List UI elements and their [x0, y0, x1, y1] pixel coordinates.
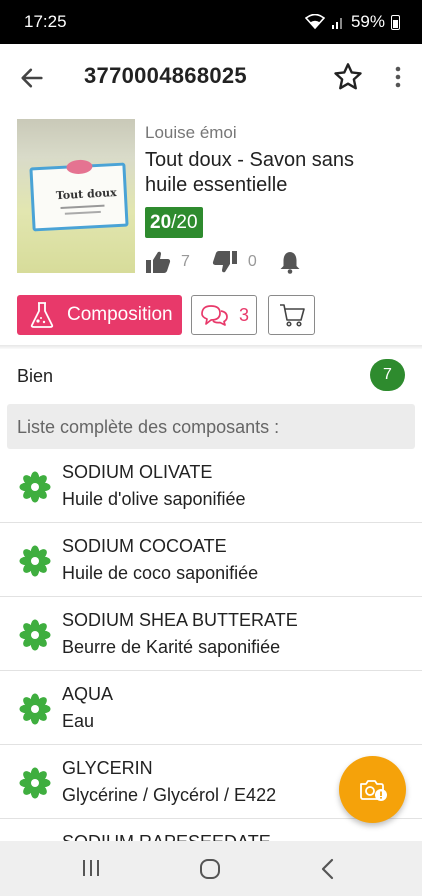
- green-flower-icon: [19, 619, 51, 651]
- score-max: /20: [171, 212, 198, 233]
- green-flower-icon: [19, 545, 51, 577]
- green-flower-icon: [19, 767, 51, 799]
- status-icons: 59%: [304, 12, 400, 32]
- list-item[interactable]: SODIUM COCOATE Huile de coco saponifiée: [0, 523, 422, 597]
- more-vert-icon[interactable]: [386, 64, 410, 90]
- ingredient-description: Glycérine / Glycérol / E422: [62, 785, 277, 805]
- ingredient-list: SODIUM OLIVATE Huile d'olive saponifiée …: [0, 449, 422, 893]
- section-title: Liste complète des composants :: [17, 417, 280, 437]
- thumb-up-icon[interactable]: [145, 250, 171, 274]
- status-time: 17:25: [24, 12, 67, 31]
- list-item[interactable]: AQUA Eau: [0, 671, 422, 745]
- label-line: [60, 204, 105, 209]
- battery-icon: [391, 14, 400, 30]
- product-image-text: Tout doux: [55, 186, 117, 203]
- comments-count: 3: [238, 304, 249, 325]
- ingredient-name: SODIUM SHEA BUTTERATE: [62, 610, 298, 630]
- flask-icon: [30, 302, 54, 328]
- rating-row[interactable]: Bien 7: [0, 352, 422, 398]
- label-line: [64, 210, 101, 215]
- product-image[interactable]: Tout doux: [17, 119, 135, 273]
- votes-row: 7 0: [145, 248, 301, 276]
- divider: [0, 345, 422, 349]
- composition-button[interactable]: Composition: [17, 295, 182, 335]
- ingredient-description: Eau: [62, 711, 95, 731]
- wifi-icon: [304, 14, 325, 30]
- rating-label: Bien: [17, 366, 54, 386]
- ingredient-name: SODIUM COCOATE: [62, 536, 227, 556]
- camera-alert-icon: [359, 779, 387, 801]
- ingredient-name: AQUA: [62, 684, 114, 704]
- recent-apps-icon[interactable]: [80, 858, 102, 878]
- ingredient-description: Huile de coco saponifiée: [62, 563, 259, 583]
- product-header: Tout doux Louise émoi Tout doux - Savon …: [0, 110, 422, 350]
- likes-count: 7: [181, 253, 190, 270]
- app-bar: 3770004868025: [0, 44, 422, 110]
- list-item[interactable]: SODIUM OLIVATE Huile d'olive saponifiée: [0, 449, 422, 523]
- thumb-down-icon[interactable]: [212, 250, 238, 274]
- back-nav-icon[interactable]: [318, 858, 338, 880]
- score-value: 20: [150, 212, 172, 233]
- comments-icon: [201, 305, 228, 326]
- page-title: 3770004868025: [84, 63, 247, 88]
- green-flower-icon: [19, 471, 51, 503]
- brand-logo: [66, 159, 93, 175]
- signal-icon: [331, 18, 342, 29]
- ingredient-description: Beurre de Karité saponifiée: [62, 637, 281, 657]
- product-image-label: Tout doux: [29, 159, 129, 232]
- star-outline-icon[interactable]: [332, 61, 364, 93]
- product-name: Tout doux - Savon sans huile essentielle: [145, 149, 355, 196]
- rating-count-badge: 7: [370, 359, 405, 391]
- dislikes-count: 0: [247, 253, 257, 270]
- arrow-left-icon[interactable]: [18, 64, 46, 92]
- battery-percent: 59%: [350, 12, 385, 31]
- green-flower-icon: [19, 693, 51, 725]
- comments-button[interactable]: 3: [191, 295, 257, 335]
- section-header: Liste complète des composants :: [7, 404, 415, 449]
- ingredient-description: Huile d'olive saponifiée: [62, 489, 246, 509]
- list-item[interactable]: SODIUM SHEA BUTTERATE Beurre de Karité s…: [0, 597, 422, 671]
- composition-label: Composition: [67, 304, 173, 325]
- status-bar: 17:25 59%: [0, 0, 422, 44]
- home-icon[interactable]: [198, 858, 222, 880]
- bell-icon[interactable]: [279, 250, 301, 274]
- product-brand: Louise émoi: [145, 123, 237, 142]
- ingredient-name: SODIUM OLIVATE: [62, 462, 213, 482]
- score-badge: 20/20: [145, 207, 203, 238]
- action-buttons: Composition 3: [0, 295, 422, 337]
- cart-button[interactable]: [268, 295, 315, 335]
- ingredient-name: GLYCERIN: [62, 758, 153, 778]
- cart-icon: [279, 304, 305, 327]
- system-nav-bar: [0, 841, 422, 896]
- report-photo-fab[interactable]: [339, 756, 406, 823]
